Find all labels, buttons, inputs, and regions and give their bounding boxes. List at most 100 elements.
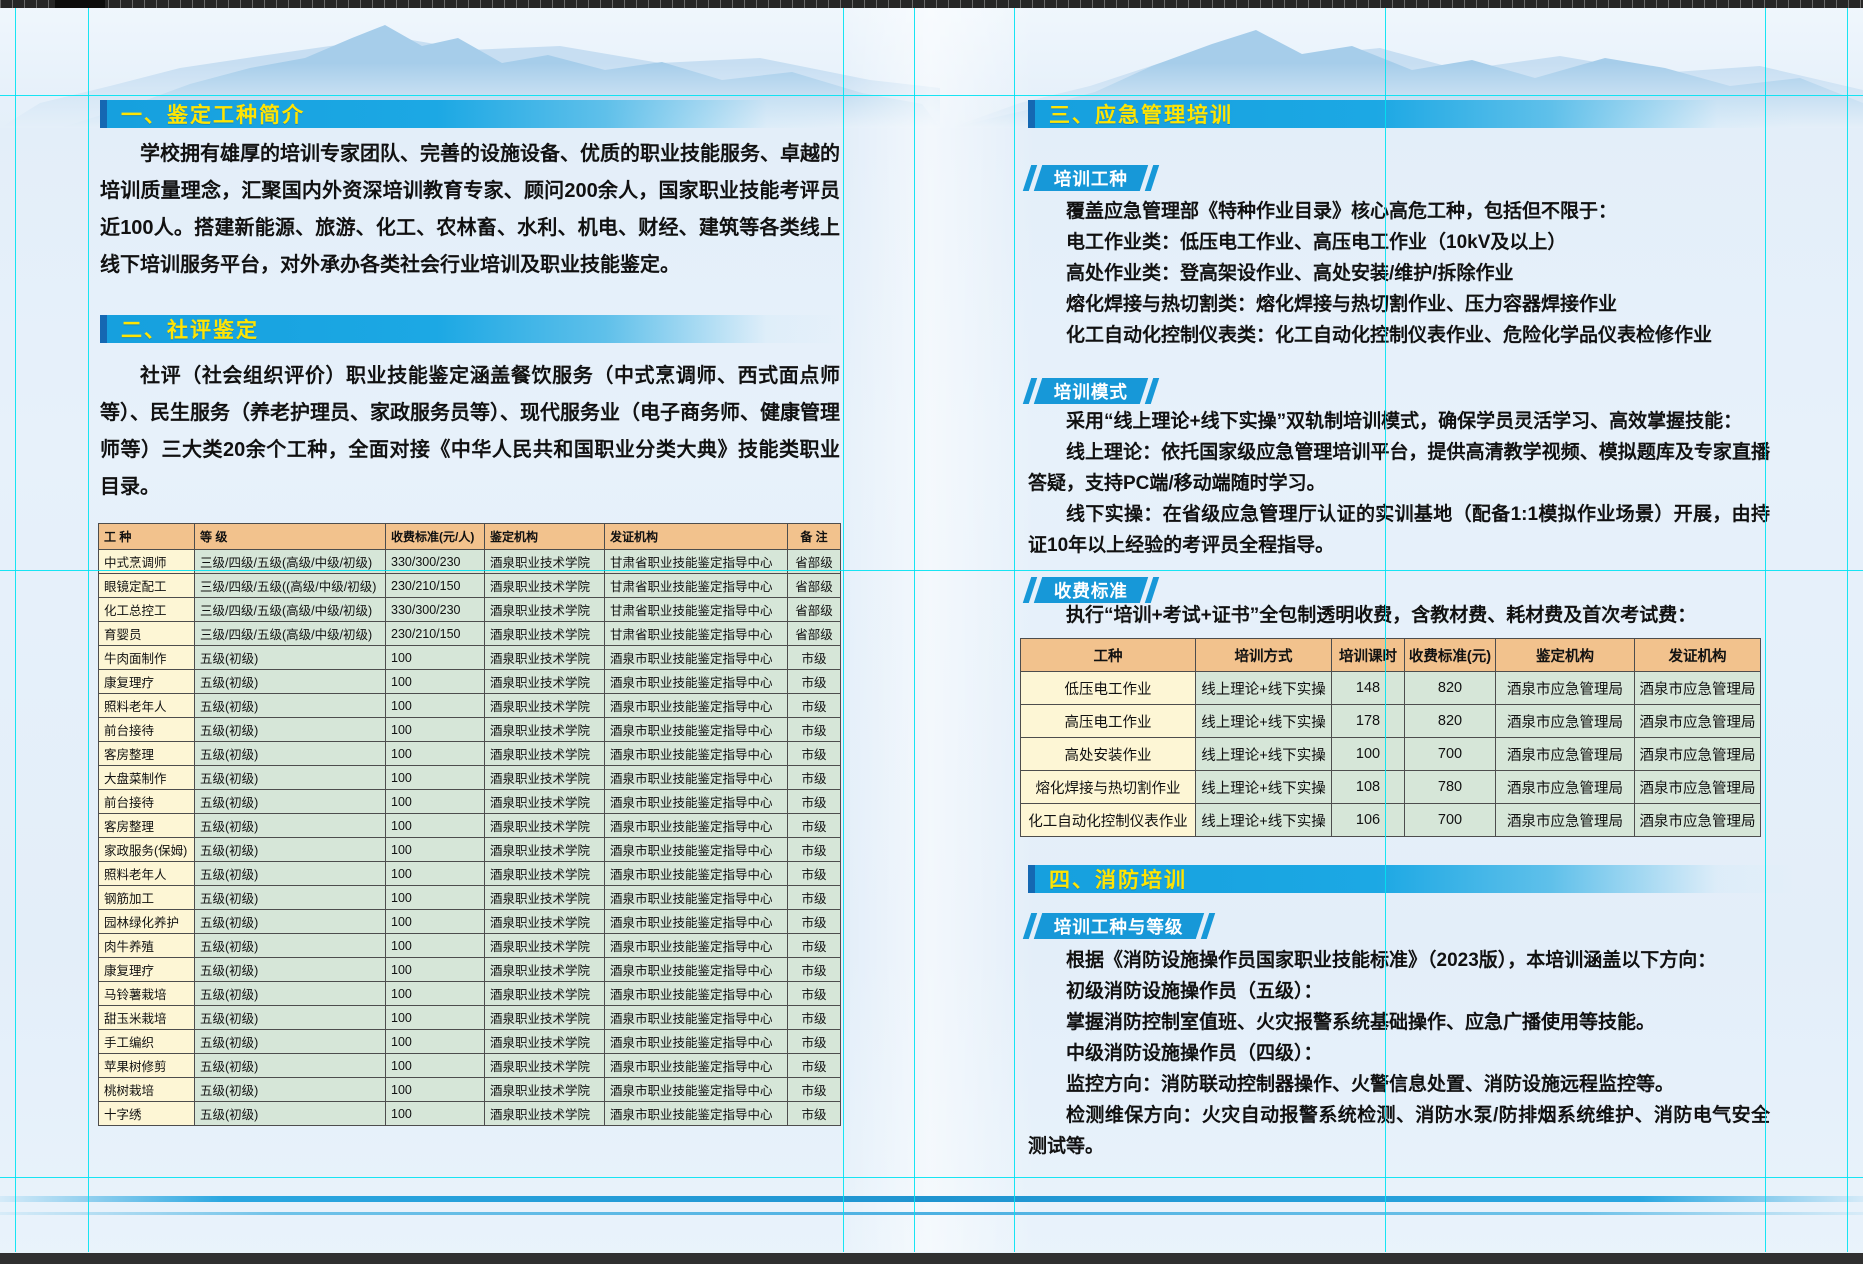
cell-appraisal-org: 酒泉职业技术学院 — [485, 598, 605, 622]
cell-cert-org: 酒泉市职业技能鉴定指导中心 — [605, 670, 788, 694]
cell-cert-org: 酒泉市职业技能鉴定指导中心 — [605, 862, 788, 886]
guide-vertical[interactable] — [1847, 8, 1848, 1252]
table-row: 熔化焊接与热切割作业 线上理论+线下实操 108 780 酒泉市应急管理局 酒泉… — [1021, 771, 1761, 804]
cell-level: 五级(初级) — [195, 886, 386, 910]
guide-vertical[interactable] — [15, 8, 16, 1252]
cell-hours: 100 — [1332, 738, 1405, 771]
guide-vertical[interactable] — [1014, 8, 1015, 1252]
cell-appraisal-org: 酒泉职业技术学院 — [485, 646, 605, 670]
text-paragraph: 检测维保方向：火灾自动报警系统检测、消防水泵/防排烟系统维护、消防电气安全测试等… — [1028, 1100, 1770, 1162]
table-header-row: 工种培训方式培训课时收费标准(元)鉴定机构发证机构 — [1021, 639, 1761, 672]
text-line: 熔化焊接与热切割类：熔化焊接与热切割作业、压力容器焊接作业 — [1028, 289, 1770, 320]
table-row: 高压电工作业 线上理论+线下实操 178 820 酒泉市应急管理局 酒泉市应急管… — [1021, 705, 1761, 738]
cell-cert-org: 酒泉市职业技能鉴定指导中心 — [605, 766, 788, 790]
cell-appraisal-org: 酒泉职业技术学院 — [485, 670, 605, 694]
guide-vertical[interactable] — [1385, 8, 1386, 1252]
cell-job: 客房整理 — [99, 814, 195, 838]
guide-vertical[interactable] — [88, 8, 89, 1252]
cell-job: 化工总控工 — [99, 598, 195, 622]
cell-fee: 230/210/150 — [386, 622, 485, 646]
text-paragraph: 线下实操：在省级应急管理厅认证的实训基地（配备1:1模拟作业场景）开展，由持证1… — [1028, 499, 1770, 561]
cell-fee: 100 — [386, 670, 485, 694]
guide-horizontal[interactable] — [0, 95, 1863, 96]
guide-vertical[interactable] — [914, 8, 915, 1252]
guide-horizontal[interactable] — [0, 570, 1863, 571]
cell-fee: 100 — [386, 886, 485, 910]
cell-job: 前台接待 — [99, 718, 195, 742]
cell-job: 熔化焊接与热切割作业 — [1021, 771, 1196, 804]
appraisal-fee-table: 工 种等 级收费标准(元/人)鉴定机构发证机构备 注 中式烹调师 三级/四级/五… — [98, 523, 841, 1126]
cell-cert-org: 酒泉市应急管理局 — [1635, 705, 1761, 738]
cell-mode: 线上理论+线下实操 — [1196, 771, 1332, 804]
table-row: 高处安装作业 线上理论+线下实操 100 700 酒泉市应急管理局 酒泉市应急管… — [1021, 738, 1761, 771]
cell-fee: 100 — [386, 958, 485, 982]
training-mode-paragraphs: 采用“线上理论+线下实操”双轨制培训模式，确保学员灵活学习、高效掌握技能：线上理… — [1028, 406, 1770, 561]
column-header: 鉴定机构 — [1496, 639, 1635, 672]
section-header-4: 四、消防培训 — [1028, 865, 1793, 893]
table-row: 桃树栽培 五级(初级) 100 酒泉职业技术学院 酒泉市职业技能鉴定指导中心 市… — [99, 1078, 841, 1102]
cell-job: 康复理疗 — [99, 670, 195, 694]
cell-level: 五级(初级) — [195, 1006, 386, 1030]
cell-appraisal-org: 酒泉职业技术学院 — [485, 766, 605, 790]
cell-level: 五级(初级) — [195, 1054, 386, 1078]
cell-appraisal-org: 酒泉职业技术学院 — [485, 574, 605, 598]
top-ruler[interactable] — [0, 0, 1863, 8]
cell-cert-org: 甘肃省职业技能鉴定指导中心 — [605, 622, 788, 646]
column-header: 培训方式 — [1196, 639, 1332, 672]
guide-vertical[interactable] — [843, 8, 844, 1252]
section-header-1: 一、鉴定工种简介 — [100, 100, 840, 128]
cell-cert-org: 酒泉市职业技能鉴定指导中心 — [605, 886, 788, 910]
column-header: 培训课时 — [1332, 639, 1405, 672]
guide-vertical[interactable] — [1765, 8, 1766, 1252]
cell-level: 五级(初级) — [195, 670, 386, 694]
cell-note: 市级 — [788, 910, 841, 934]
cell-cert-org: 酒泉市职业技能鉴定指导中心 — [605, 982, 788, 1006]
cell-cert-org: 酒泉市职业技能鉴定指导中心 — [605, 934, 788, 958]
guide-horizontal[interactable] — [0, 1177, 1863, 1178]
cell-fee: 100 — [386, 862, 485, 886]
cell-fee: 100 — [386, 1006, 485, 1030]
table-row: 康复理疗 五级(初级) 100 酒泉职业技术学院 酒泉市职业技能鉴定指导中心 市… — [99, 670, 841, 694]
table-row: 甜玉米栽培 五级(初级) 100 酒泉职业技术学院 酒泉市职业技能鉴定指导中心 … — [99, 1006, 841, 1030]
cell-hours: 148 — [1332, 672, 1405, 705]
text-line: 电工作业类：低压电工作业、高压电工作业（10kV及以上） — [1028, 227, 1770, 258]
cell-job: 前台接待 — [99, 790, 195, 814]
cell-fee: 100 — [386, 1102, 485, 1126]
section-title-4: 四、消防培训 — [1049, 864, 1187, 894]
table-row: 园林绿化养护 五级(初级) 100 酒泉职业技术学院 酒泉市职业技能鉴定指导中心… — [99, 910, 841, 934]
cell-fee: 100 — [386, 910, 485, 934]
cell-appraisal-org: 酒泉职业技术学院 — [485, 910, 605, 934]
cell-note: 市级 — [788, 1030, 841, 1054]
table-row: 育婴员 三级/四级/五级(高级/中级/初级) 230/210/150 酒泉职业技… — [99, 622, 841, 646]
cell-job: 客房整理 — [99, 742, 195, 766]
cell-job: 照料老年人 — [99, 694, 195, 718]
column-header: 等 级 — [195, 524, 386, 550]
cell-cert-org: 酒泉市职业技能鉴定指导中心 — [605, 742, 788, 766]
cell-level: 五级(初级) — [195, 934, 386, 958]
cell-job: 低压电工作业 — [1021, 672, 1196, 705]
cell-appraisal-org: 酒泉市应急管理局 — [1496, 738, 1635, 771]
table-row: 照料老年人 五级(初级) 100 酒泉职业技术学院 酒泉市职业技能鉴定指导中心 … — [99, 694, 841, 718]
cell-level: 五级(初级) — [195, 790, 386, 814]
cell-appraisal-org: 酒泉职业技术学院 — [485, 838, 605, 862]
cell-cert-org: 酒泉市应急管理局 — [1635, 804, 1761, 837]
cell-cert-org: 酒泉市应急管理局 — [1635, 738, 1761, 771]
cell-appraisal-org: 酒泉职业技术学院 — [485, 718, 605, 742]
cell-note: 市级 — [788, 1078, 841, 1102]
cell-job: 桃树栽培 — [99, 1078, 195, 1102]
cell-level: 五级(初级) — [195, 766, 386, 790]
cell-level: 五级(初级) — [195, 958, 386, 982]
cell-job: 苹果树修剪 — [99, 1054, 195, 1078]
table-row: 牛肉面制作 五级(初级) 100 酒泉职业技术学院 酒泉市职业技能鉴定指导中心 … — [99, 646, 841, 670]
text-paragraph: 线上理论：依托国家级应急管理培训平台，提供高清教学视频、模拟题库及专家直播答疑，… — [1028, 437, 1770, 499]
cell-fee: 100 — [386, 790, 485, 814]
cell-appraisal-org: 酒泉职业技术学院 — [485, 790, 605, 814]
badge-fee-standard-label: 收费标准 — [1054, 578, 1128, 603]
cell-note: 市级 — [788, 646, 841, 670]
cell-note: 市级 — [788, 958, 841, 982]
cell-level: 三级/四级/五级(高级/中级/初级) — [195, 598, 386, 622]
cell-cert-org: 酒泉市职业技能鉴定指导中心 — [605, 790, 788, 814]
cell-appraisal-org: 酒泉职业技术学院 — [485, 1006, 605, 1030]
cell-hours: 178 — [1332, 705, 1405, 738]
cell-cert-org: 酒泉市应急管理局 — [1635, 771, 1761, 804]
